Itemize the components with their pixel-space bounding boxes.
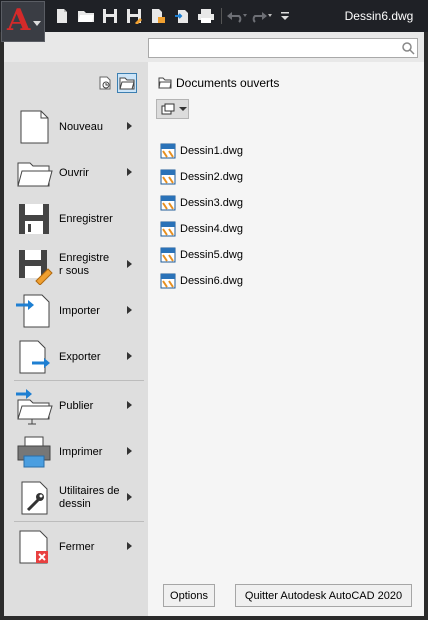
menu-item-label: Utilitaires de dessin (59, 485, 120, 510)
dwg-file-icon (160, 247, 176, 263)
document-item[interactable]: Dessin3.dwg (160, 194, 243, 212)
application-menu-button[interactable]: A (1, 1, 45, 42)
drawing-utilities-icon (21, 481, 48, 515)
menu-divider (14, 380, 144, 381)
document-item[interactable]: Dessin5.dwg (160, 246, 243, 264)
chevron-down-icon (179, 107, 187, 111)
submenu-arrow-icon (127, 542, 132, 550)
document-item[interactable]: Dessin2.dwg (160, 168, 243, 186)
options-button[interactable]: Options (163, 584, 215, 607)
icon-view-icon (161, 103, 175, 115)
publish-icon (16, 389, 53, 425)
save-as-icon[interactable] (122, 6, 146, 26)
view-toggle-group (95, 73, 137, 93)
new-file-icon[interactable] (50, 6, 74, 26)
document-name: Dessin4.dwg (180, 223, 243, 235)
share-icon[interactable] (170, 6, 194, 26)
dwg-file-icon (160, 221, 176, 237)
folder-icon (158, 77, 172, 89)
document-name: Dessin2.dwg (180, 171, 243, 183)
export-icon (19, 340, 50, 374)
menu-item-fermer[interactable]: Fermer (14, 525, 138, 569)
menu-item-exporter[interactable]: Exporter (14, 335, 138, 379)
document-item[interactable]: Dessin6.dwg (160, 272, 243, 290)
menu-item-enregistrer-sous[interactable]: Enregistre r sous (14, 243, 138, 287)
menu-item-label: Enregistrer (59, 212, 113, 225)
search-input[interactable] (149, 39, 399, 57)
document-view-dropdown[interactable] (156, 99, 189, 119)
import-icon (16, 294, 50, 328)
document-item[interactable]: Dessin4.dwg (160, 220, 243, 238)
menu-item-importer[interactable]: Importer (14, 289, 138, 333)
menu-item-label: Imprimer (59, 445, 103, 458)
save-as-icon (19, 250, 53, 285)
customize-toolbar-icon[interactable] (273, 6, 297, 26)
document-name: Dessin6.dwg (180, 275, 243, 287)
save-icon (19, 204, 49, 234)
dwg-file-icon (160, 195, 176, 211)
open-folder-icon (17, 162, 53, 187)
dwg-file-icon (160, 169, 176, 185)
submenu-arrow-icon (127, 447, 132, 455)
dwg-file-icon (160, 273, 176, 289)
menu-divider (14, 521, 144, 522)
dwg-file-icon (160, 143, 176, 159)
window-title: Dessin6.dwg (344, 9, 414, 23)
document-item[interactable]: Dessin1.dwg (160, 142, 243, 160)
document-name: Dessin3.dwg (180, 197, 243, 209)
submenu-arrow-icon (127, 168, 132, 176)
menu-item-nouveau[interactable]: Nouveau (14, 105, 138, 149)
menu-item-imprimer[interactable]: Imprimer (14, 430, 138, 474)
document-name: Dessin5.dwg (180, 249, 243, 261)
redo-icon[interactable] (249, 6, 273, 26)
search-field[interactable] (148, 38, 418, 58)
submenu-arrow-icon (127, 493, 132, 501)
menu-item-label: Exporter (59, 350, 101, 363)
print-icon (17, 436, 51, 468)
new-document-icon (20, 110, 49, 144)
document-name: Dessin1.dwg (180, 145, 243, 157)
toolbar-separator (221, 8, 222, 24)
open-documents-header: Documents ouverts (158, 76, 279, 90)
submenu-arrow-icon (127, 122, 132, 130)
submenu-arrow-icon (127, 306, 132, 314)
menu-item-utilitaires[interactable]: Utilitaires de dessin (14, 476, 138, 520)
undo-icon[interactable] (225, 6, 249, 26)
menu-item-label: Fermer (59, 540, 95, 553)
title-bar: Dessin6.dwg (0, 0, 428, 32)
quit-button[interactable]: Quitter Autodesk AutoCAD 2020 (235, 584, 412, 607)
recent-documents-toggle[interactable] (95, 73, 115, 93)
recent-documents-icon (99, 76, 111, 90)
submenu-arrow-icon (127, 401, 132, 409)
folder-icon (119, 77, 135, 90)
menu-item-label: Importer (59, 304, 100, 317)
close-document-icon (19, 530, 48, 564)
menu-item-publier[interactable]: Publier (14, 384, 138, 428)
menu-item-enregistrer[interactable]: Enregistrer (14, 197, 138, 241)
autocad-logo: A (7, 3, 31, 38)
open-documents-title: Documents ouverts (176, 76, 280, 90)
save-icon[interactable] (98, 6, 122, 26)
open-documents-toggle[interactable] (117, 73, 137, 93)
menu-item-label: Nouveau (59, 120, 104, 133)
submenu-arrow-icon (127, 352, 132, 360)
menu-item-label: Ouvrir (59, 166, 89, 179)
open-folder-icon[interactable] (74, 6, 98, 26)
print-icon[interactable] (194, 6, 218, 26)
submenu-arrow-icon (127, 260, 132, 268)
menu-item-label: Enregistre r sous (59, 252, 110, 277)
chevron-down-icon (33, 21, 41, 26)
menu-item-ouvrir[interactable]: Ouvrir (14, 151, 138, 195)
search-icon[interactable] (401, 41, 415, 55)
menu-item-label: Publier (59, 399, 94, 412)
open-from-web-icon[interactable] (146, 6, 170, 26)
quick-access-toolbar (50, 6, 297, 26)
